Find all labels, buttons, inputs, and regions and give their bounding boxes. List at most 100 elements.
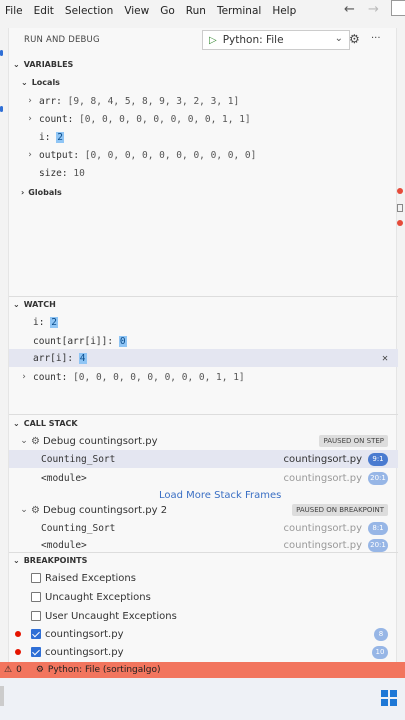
globals-label: Globals xyxy=(28,187,62,197)
variable-value: 10 xyxy=(73,167,85,179)
checkbox[interactable] xyxy=(31,573,41,583)
thread-icon: ⚙ xyxy=(31,435,40,447)
chevron-right-icon: › xyxy=(21,187,25,197)
breakpoint-label: countingsort.py xyxy=(45,628,124,640)
debug-header: RUN AND DEBUG ▷ Python: File ⌄ ⚙ ··· xyxy=(9,28,398,52)
variable-value: 2 xyxy=(56,131,64,143)
breakpoint-line: 10 xyxy=(372,645,388,659)
thread-row[interactable]: ⌄ ⚙ Debug countingsort.py 2 PAUSED ON BR… xyxy=(9,501,398,519)
chevron-right-icon: › xyxy=(27,150,33,160)
menu-go[interactable]: Go xyxy=(160,5,175,17)
watch-row[interactable]: i: 2 xyxy=(9,313,398,331)
breakpoint-row[interactable]: countingsort.py 8 xyxy=(9,625,398,643)
frame-function: Counting_Sort xyxy=(41,522,116,534)
editor-edge xyxy=(397,22,405,662)
menu-help[interactable]: Help xyxy=(272,5,296,17)
breakpoint-label: countingsort.py xyxy=(45,646,124,658)
frame-file: countingsort.py xyxy=(283,522,362,534)
breakpoint-label: Raised Exceptions xyxy=(45,572,136,584)
checkbox[interactable] xyxy=(31,592,41,602)
launch-config-select[interactable]: ▷ Python: File ⌄ xyxy=(202,30,350,50)
stack-frame-row-selected[interactable]: Counting_Sort countingsort.py 9:1 xyxy=(9,450,398,468)
breakpoint-label: Uncaught Exceptions xyxy=(45,591,151,603)
windows-start-icon[interactable] xyxy=(381,690,397,706)
checkbox[interactable] xyxy=(31,647,41,657)
variables-section-header[interactable]: ⌄ VARIABLES xyxy=(9,56,398,72)
locals-scope[interactable]: ⌄ Locals xyxy=(9,74,398,90)
watch-expression: arr[i] xyxy=(33,352,68,364)
breakpoint-row[interactable]: countingsort.py 10 xyxy=(9,643,398,661)
frame-position: 8:1 xyxy=(368,521,388,535)
watch-section-header[interactable]: ⌄ WATCH xyxy=(9,296,398,312)
launch-config-label: Python: File xyxy=(222,34,284,46)
chevron-down-icon: ⌄ xyxy=(20,436,28,446)
chevron-down-icon: ⌄ xyxy=(21,77,28,87)
breakpoint-dot-icon xyxy=(15,649,21,655)
thread-state-badge: PAUSED ON BREAKPOINT xyxy=(292,504,388,516)
frame-function: Counting_Sort xyxy=(41,453,116,465)
exception-breakpoint-row[interactable]: Raised Exceptions xyxy=(9,569,398,587)
globals-scope[interactable]: › Globals xyxy=(9,184,398,200)
checkbox[interactable] xyxy=(31,629,41,639)
menu-run[interactable]: Run xyxy=(186,5,206,17)
breakpoint-label: User Uncaught Exceptions xyxy=(45,610,177,622)
variable-row[interactable]: i: 2 xyxy=(9,128,398,146)
exception-breakpoint-row[interactable]: User Uncaught Exceptions xyxy=(9,607,398,625)
thread-row[interactable]: ⌄ ⚙ Debug countingsort.py PAUSED ON STEP xyxy=(9,432,398,450)
debug-config-status[interactable]: Python: File (sortingalgo) xyxy=(48,665,161,675)
breakpoints-section-header[interactable]: ⌄ BREAKPOINTS xyxy=(9,552,398,568)
frame-position: 20:1 xyxy=(368,538,388,552)
warning-icon[interactable]: ⚠ xyxy=(4,665,12,675)
menu-bar: File Edit Selection View Go Run Terminal… xyxy=(0,0,405,22)
menu-view[interactable]: View xyxy=(124,5,149,17)
load-more-link[interactable]: Load More Stack Frames xyxy=(159,490,281,501)
watch-row-selected[interactable]: arr[i]: 4 ✕ xyxy=(9,349,398,367)
start-debugging-icon[interactable]: ▷ xyxy=(209,35,217,46)
variable-row[interactable]: › output: [0, 0, 0, 0, 0, 0, 0, 0, 0, 0] xyxy=(9,146,398,164)
menu-terminal[interactable]: Terminal xyxy=(217,5,261,17)
problems-count[interactable]: 0 xyxy=(16,665,22,675)
variable-row[interactable]: › arr: [9, 8, 4, 5, 8, 9, 3, 2, 3, 1] xyxy=(9,92,398,110)
more-actions-icon[interactable]: ··· xyxy=(371,33,381,44)
menu-selection[interactable]: Selection xyxy=(65,5,113,17)
frame-function: <module> xyxy=(41,539,87,551)
frame-position: 9:1 xyxy=(368,452,388,466)
thread-state-badge: PAUSED ON STEP xyxy=(319,435,388,447)
variable-row[interactable]: › count: [0, 0, 0, 0, 0, 0, 0, 0, 1, 1] xyxy=(9,110,398,128)
stack-frame-row[interactable]: <module> countingsort.py 20:1 xyxy=(9,469,398,487)
chevron-down-icon: ⌄ xyxy=(13,418,20,428)
watch-row[interactable]: count[arr[i]]: 0 xyxy=(9,332,398,350)
chevron-right-icon: › xyxy=(27,114,33,124)
remove-expression-icon[interactable]: ✕ xyxy=(382,353,388,364)
stack-frame-row[interactable]: Counting_Sort countingsort.py 8:1 xyxy=(9,519,398,537)
taskbar-edge xyxy=(0,686,4,706)
watch-title: WATCH xyxy=(23,299,56,309)
variables-title: VARIABLES xyxy=(23,59,74,69)
variable-value: [0, 0, 0, 0, 0, 0, 0, 0, 0, 0] xyxy=(84,149,257,161)
thread-icon: ⚙ xyxy=(31,504,40,516)
checkbox[interactable] xyxy=(31,611,41,621)
breakpoint-line: 8 xyxy=(374,627,388,641)
chevron-down-icon: ⌄ xyxy=(20,505,28,515)
gear-icon[interactable]: ⚙ xyxy=(349,32,360,46)
variable-name: size xyxy=(39,167,62,179)
debug-sidebar: RUN AND DEBUG ▷ Python: File ⌄ ⚙ ··· ⌄ V… xyxy=(8,28,398,662)
forward-arrow-icon[interactable]: → xyxy=(368,2,379,17)
watch-value: [0, 0, 0, 0, 0, 0, 0, 0, 1, 1] xyxy=(73,371,245,383)
window-edge xyxy=(391,0,405,16)
callstack-title: CALL STACK xyxy=(23,418,78,428)
menu-file[interactable]: File xyxy=(5,5,23,17)
variable-row[interactable]: size: 10 xyxy=(9,164,398,182)
back-arrow-icon[interactable]: ← xyxy=(344,2,355,17)
exception-breakpoint-row[interactable]: Uncaught Exceptions xyxy=(9,588,398,606)
stack-frame-row[interactable]: <module> countingsort.py 20:1 xyxy=(9,538,398,552)
breakpoint-dot-icon xyxy=(15,631,21,637)
menu-edit[interactable]: Edit xyxy=(34,5,54,17)
watch-expression: count[arr[i]] xyxy=(33,335,108,347)
watch-value: 0 xyxy=(118,335,127,347)
variable-name: arr xyxy=(39,95,57,107)
chevron-down-icon: ⌄ xyxy=(13,299,20,309)
callstack-section-header[interactable]: ⌄ CALL STACK xyxy=(9,415,398,431)
watch-row[interactable]: › count: [0, 0, 0, 0, 0, 0, 0, 0, 1, 1] xyxy=(9,368,398,386)
activity-bar-edge xyxy=(0,22,8,662)
